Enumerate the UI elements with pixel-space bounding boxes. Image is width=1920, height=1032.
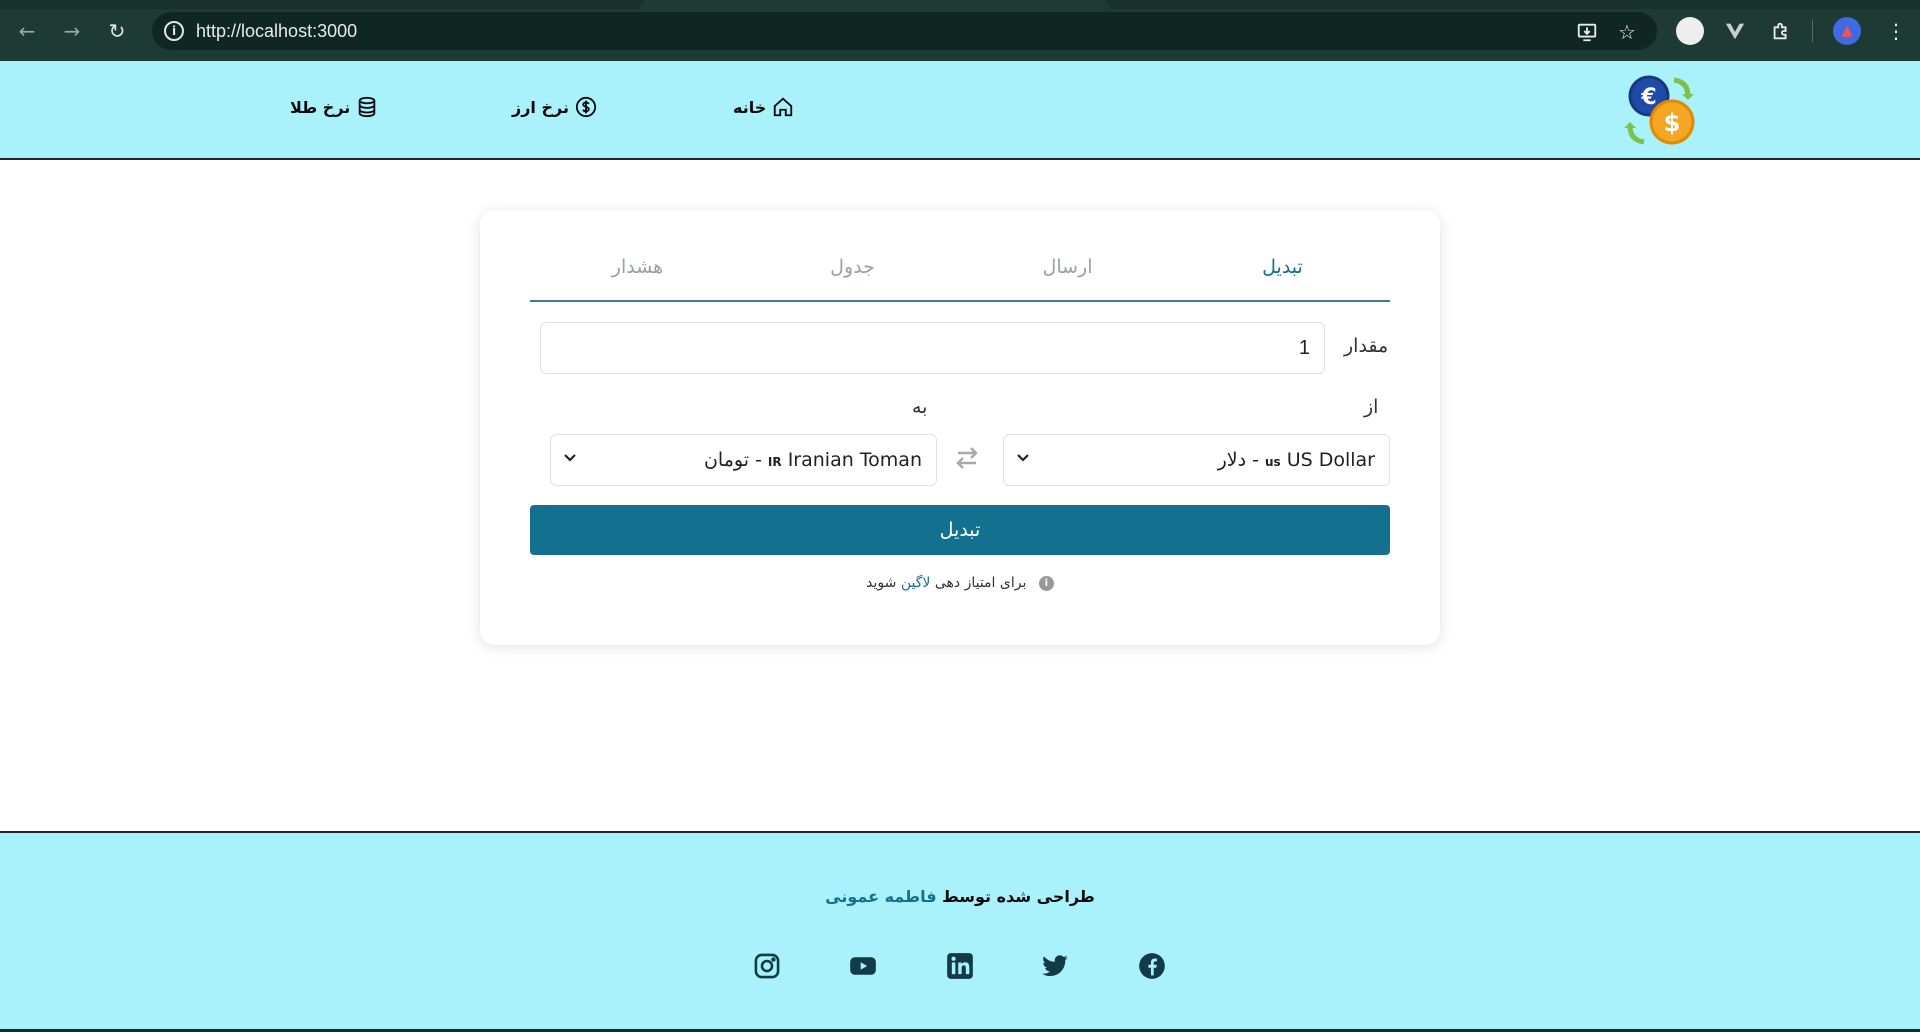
to-currency-text: Iranian Toman - تومان	[703, 449, 922, 471]
tab-convert[interactable]: تبدیل	[1175, 250, 1390, 300]
ir-flag-icon: IR	[767, 455, 782, 469]
credit-prefix: طراحی شده توسط	[942, 887, 1095, 906]
to-currency-select[interactable]: IR Iranian Toman - تومان	[550, 434, 937, 486]
nav-home-label: خانه	[733, 97, 767, 117]
to-currency-value: IR Iranian Toman - تومان	[704, 449, 922, 471]
reload-icon[interactable]: ↻	[101, 15, 133, 47]
from-currency-value: us US Dollar - دلار	[1218, 449, 1375, 471]
us-flag-icon: us	[1264, 455, 1281, 469]
converter-card: تبدیل ارسال جدول هشدار مقدار 1 از به us …	[480, 210, 1440, 645]
footer-credit: طراحی شده توسط فاطمه عمونی	[0, 887, 1920, 906]
address-url[interactable]: http://localhost:3000	[196, 21, 357, 42]
swap-currencies-icon[interactable]	[952, 443, 982, 473]
converter-tabs: تبدیل ارسال جدول هشدار	[530, 250, 1390, 302]
database-icon	[359, 96, 376, 118]
back-icon[interactable]: ←	[11, 15, 43, 47]
site-info-icon[interactable]: i	[164, 21, 184, 41]
amount-label: مقدار	[1344, 335, 1389, 357]
tab-alert[interactable]: هشدار	[530, 250, 745, 300]
nav-gold-rate[interactable]: نرخ طلا	[290, 96, 378, 118]
nav-currency-label: نرخ ارز	[512, 97, 569, 117]
facebook-icon[interactable]	[1138, 952, 1166, 980]
extensions-puzzle-icon[interactable]	[1765, 15, 1797, 47]
instagram-icon[interactable]	[753, 952, 781, 980]
install-app-icon[interactable]	[1575, 20, 1599, 44]
chevron-down-icon	[564, 454, 576, 462]
menu-kebab-icon[interactable]: ⋮	[1880, 15, 1912, 47]
login-link[interactable]: لاگین	[901, 575, 931, 591]
nav-gold-label: نرخ طلا	[290, 97, 351, 117]
amount-input[interactable]: 1	[540, 322, 1325, 374]
profile-avatar-icon[interactable]: ▲	[1833, 17, 1861, 45]
to-label: به	[912, 396, 928, 418]
bookmark-star-icon[interactable]: ☆	[1615, 20, 1639, 44]
site-header: € $ خانه نرخ ارز نرخ طلا	[0, 61, 1920, 160]
address-bar[interactable]: i http://localhost:3000 ☆	[152, 12, 1657, 50]
nav-home[interactable]: خانه	[733, 96, 794, 118]
toolbar-divider	[1812, 20, 1813, 42]
svg-text:$: $	[1664, 109, 1681, 137]
login-hint: i برای امتیاز دهی لاگین شوید	[480, 575, 1440, 591]
tab-strip	[0, 0, 1920, 9]
dollar-icon	[575, 96, 597, 118]
home-icon	[774, 97, 793, 117]
from-currency-text: US Dollar - دلار	[1217, 449, 1375, 471]
svg-text:€: €	[1640, 85, 1656, 110]
linkedin-icon[interactable]	[946, 952, 974, 980]
credit-author[interactable]: فاطمه عمونی	[825, 887, 936, 906]
browser-chrome: ← → ↻ i http://localhost:3000 ☆ ▲ ⋮	[0, 0, 1920, 61]
extension-avatar-icon[interactable]	[1676, 17, 1704, 45]
youtube-icon[interactable]	[849, 952, 877, 980]
convert-button[interactable]: تبدیل	[530, 505, 1390, 555]
from-currency-select[interactable]: us US Dollar - دلار	[1003, 434, 1390, 486]
hint-prefix: برای امتیاز دهی	[934, 575, 1027, 591]
forward-icon[interactable]: →	[56, 15, 88, 47]
twitter-icon[interactable]	[1041, 952, 1069, 980]
info-icon: i	[1038, 575, 1054, 591]
chevron-down-icon	[1017, 454, 1029, 462]
currency-exchange-logo[interactable]: € $	[1624, 74, 1698, 148]
nav-currency-rate[interactable]: نرخ ارز	[512, 96, 597, 118]
tab-table[interactable]: جدول	[745, 250, 960, 300]
browser-tab[interactable]	[640, 0, 1110, 9]
hint-suffix: شوید	[866, 575, 897, 591]
site-footer: طراحی شده توسط فاطمه عمونی	[0, 831, 1920, 1032]
tab-send[interactable]: ارسال	[960, 250, 1175, 300]
from-label: از	[1364, 396, 1379, 418]
vue-devtools-icon[interactable]	[1719, 15, 1751, 47]
